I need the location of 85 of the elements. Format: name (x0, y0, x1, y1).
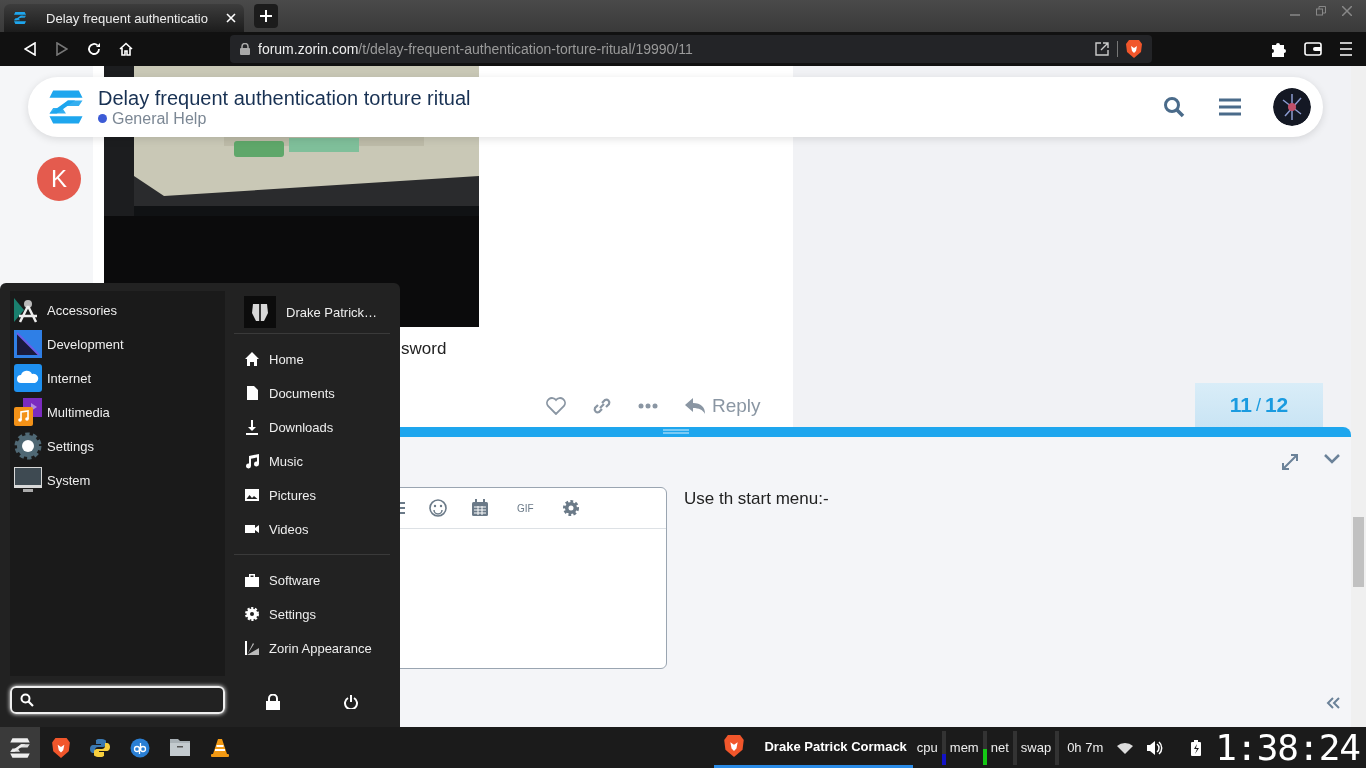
menu-item[interactable]: Software (234, 563, 390, 597)
menu-category[interactable]: Development (10, 327, 225, 361)
menu-category[interactable]: Multimedia (10, 395, 225, 429)
menu-item[interactable]: Music (234, 444, 390, 478)
address-bar[interactable]: forum.zorin.com/t/delay-frequent-authentication-torture-ritual/19990/11 (230, 35, 1152, 63)
double-chevron-left-icon[interactable] (1325, 697, 1341, 709)
menu-item[interactable]: Home (234, 342, 390, 376)
preview-text: Use th start menu:- (684, 489, 829, 509)
brush-icon (244, 640, 260, 656)
gear-icon (14, 432, 42, 460)
menu-category[interactable]: Settings (10, 429, 225, 463)
battery-icon[interactable] (1191, 739, 1202, 756)
search-icon (20, 693, 34, 707)
post-text: sword (401, 339, 448, 360)
url-text: forum.zorin.com/t/delay-frequent-authentication-torture-ritual/19990/11 (258, 41, 694, 57)
chevron-down-icon[interactable] (1323, 453, 1341, 465)
home-icon[interactable] (119, 42, 133, 56)
image-icon (244, 487, 260, 503)
start-button[interactable] (0, 727, 40, 768)
music-icon (14, 398, 42, 426)
reload-icon[interactable] (87, 42, 101, 56)
monitor-label: swap (1020, 740, 1052, 755)
wallet-icon[interactable] (1304, 42, 1322, 56)
qb-icon[interactable] (130, 737, 150, 758)
power-icon[interactable] (344, 694, 358, 709)
forward-icon[interactable] (56, 42, 68, 56)
lock-icon (240, 43, 250, 55)
menu-category[interactable]: Accessories (10, 293, 225, 327)
menu-item[interactable]: Downloads (234, 410, 390, 444)
ruler-icon (14, 330, 42, 358)
monitor-icon (14, 466, 42, 494)
link-icon[interactable] (592, 396, 612, 416)
new-tab-button[interactable] (254, 4, 278, 28)
download-icon (244, 419, 260, 435)
menu-item[interactable]: Zorin Appearance (234, 631, 390, 665)
load-meter[interactable] (982, 730, 987, 765)
menu-category[interactable]: Internet (10, 361, 225, 395)
briefcase-icon (244, 572, 260, 588)
search-icon[interactable] (1163, 96, 1185, 118)
monitor-label: mem (949, 740, 979, 755)
heart-icon[interactable] (546, 397, 566, 415)
home-icon (244, 351, 260, 367)
document-icon (244, 385, 260, 401)
search-field[interactable] (10, 686, 225, 714)
plus-icon (260, 10, 272, 22)
user-avatar[interactable] (1273, 88, 1311, 126)
speaker-icon[interactable] (1147, 740, 1164, 755)
lion-icon (724, 735, 745, 757)
user-name[interactable]: Drake Patrick… (286, 304, 378, 320)
music-note-icon (244, 453, 260, 469)
uptime-text: 0h 7m (1067, 740, 1104, 755)
traffic-cone-icon[interactable] (210, 737, 230, 758)
restore-icon[interactable] (1316, 6, 1326, 16)
resize-grip-icon[interactable] (663, 429, 689, 434)
monitor-label: cpu (916, 740, 938, 755)
back-icon[interactable] (24, 42, 36, 56)
topic-title[interactable]: Delay frequent authentication torture ritual (98, 86, 1141, 110)
more-icon[interactable] (638, 403, 658, 409)
menu-item[interactable]: Documents (234, 376, 390, 410)
share-icon[interactable] (1095, 42, 1109, 56)
category-link[interactable]: General Help (98, 109, 1141, 128)
menu-item[interactable]: Videos (234, 512, 390, 546)
reply-arrow-icon (684, 397, 706, 415)
cloud-icon (14, 364, 42, 392)
monitor-label: net (990, 740, 1009, 755)
gif-button[interactable]: GIF (513, 502, 538, 514)
browser-tab[interactable]: Delay frequent authenticatio (4, 4, 244, 32)
gear-icon (244, 606, 260, 622)
taskbar-window-button[interactable]: Drake Patrick Cormack (714, 727, 913, 768)
puzzle-icon[interactable] (1270, 41, 1286, 57)
lion-icon[interactable] (52, 737, 70, 758)
python-icon[interactable] (90, 737, 110, 758)
gear-icon[interactable] (561, 499, 580, 517)
calendar-icon[interactable] (471, 499, 489, 517)
user-avatar[interactable]: K (37, 157, 81, 201)
clock: 1:38:24 (1215, 727, 1360, 768)
menu-item[interactable]: Settings (234, 597, 390, 631)
wifi-icon[interactable] (1117, 741, 1134, 754)
smiley-icon[interactable] (429, 499, 447, 517)
lion-icon[interactable] (1126, 40, 1142, 58)
menu-icon[interactable] (1219, 98, 1241, 116)
folder-icon[interactable] (170, 737, 190, 756)
lock-icon[interactable] (266, 693, 280, 710)
zorin-logo-icon (12, 10, 28, 26)
expand-icon[interactable] (1281, 453, 1299, 471)
